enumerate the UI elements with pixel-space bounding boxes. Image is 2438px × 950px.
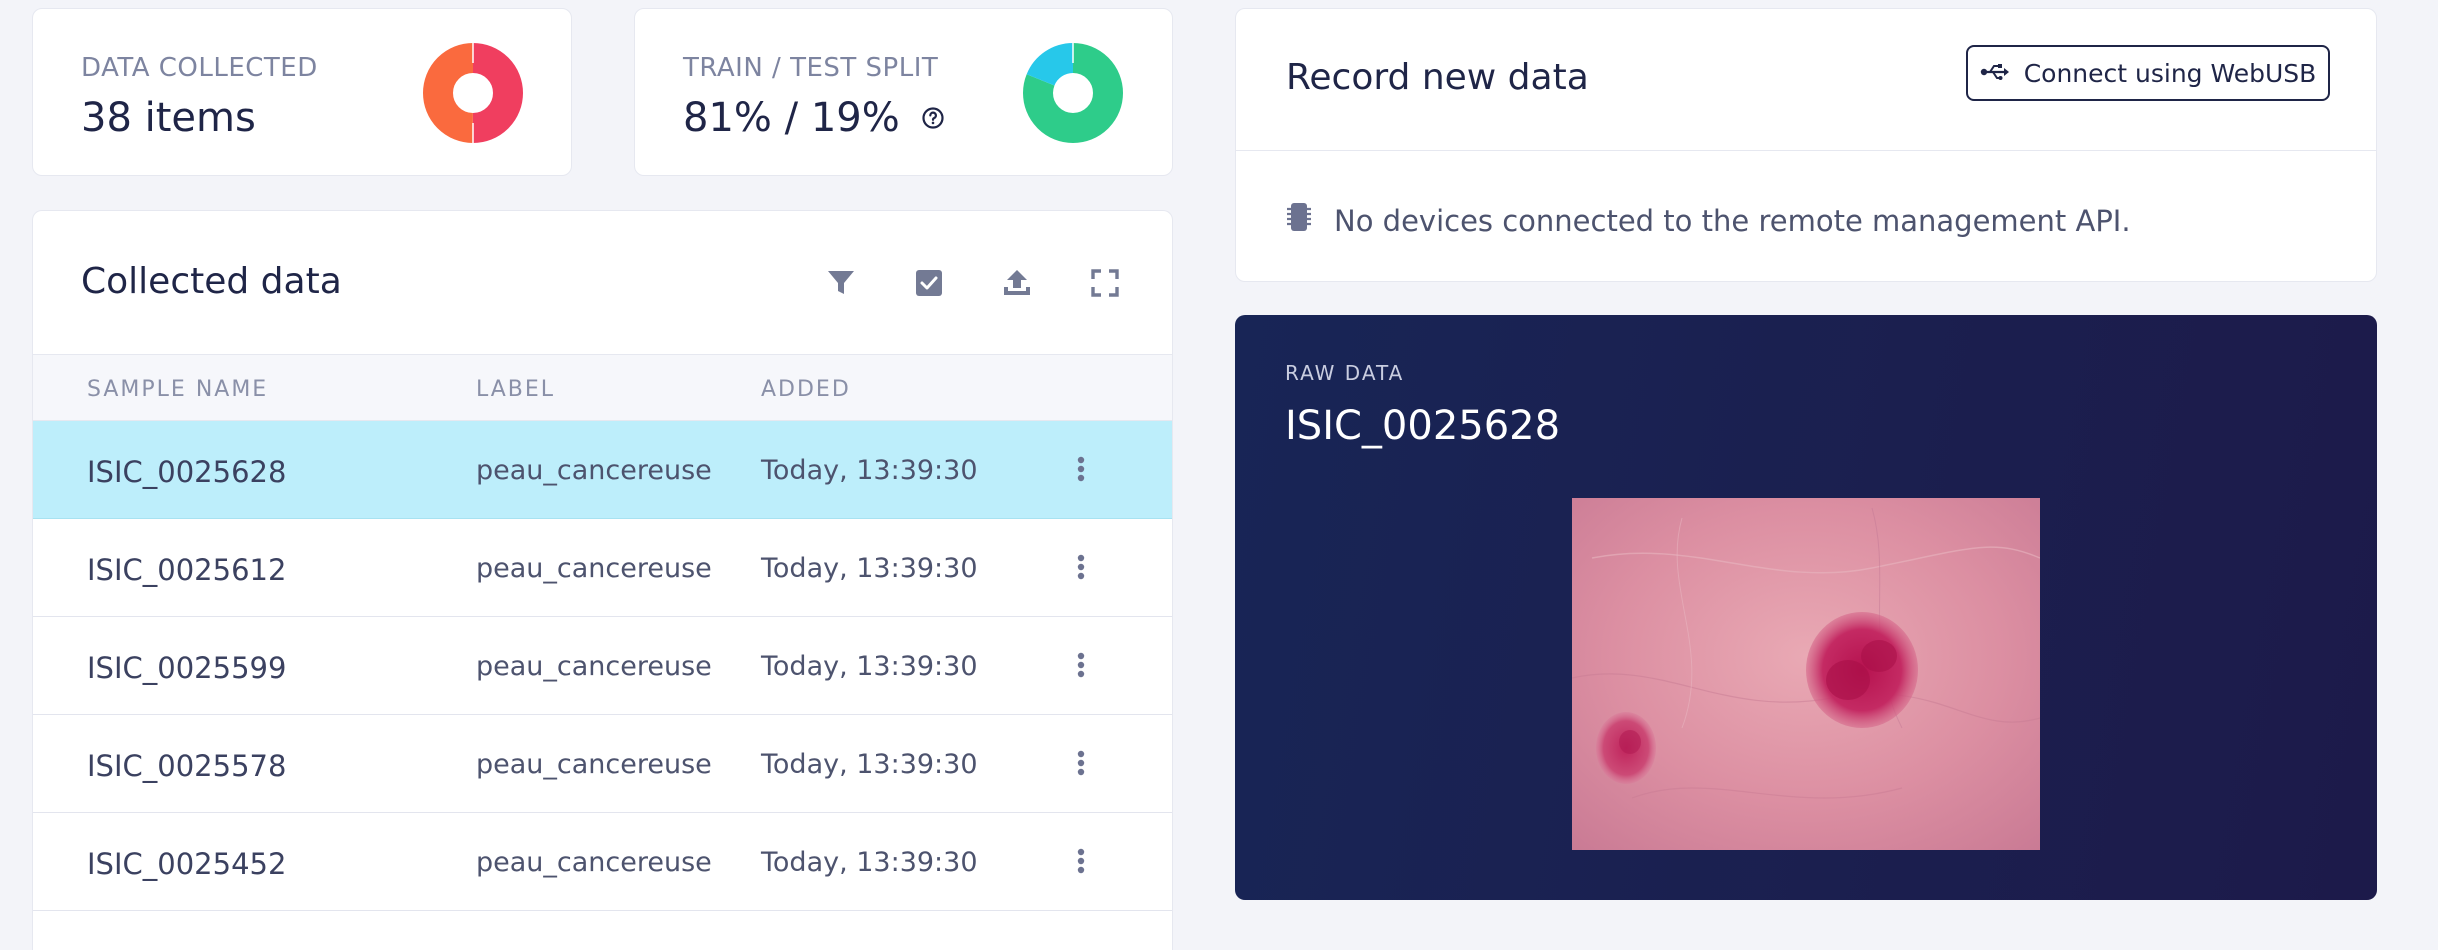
train-test-split-label: TRAIN / TEST SPLIT (683, 53, 939, 83)
data-collected-card: DATA COLLECTED 38 items (32, 8, 572, 176)
sample-name: ISIC_0025612 (87, 553, 287, 587)
raw-data-label: RAW DATA (1285, 361, 1405, 385)
sample-image (1572, 498, 2040, 850)
table-row[interactable]: ISIC_0025452 peau_cancereuse Today, 13:3… (33, 813, 1172, 911)
train-test-split-donut (1023, 43, 1123, 143)
table-row[interactable] (33, 911, 1172, 950)
checkbox-icon[interactable] (909, 263, 949, 303)
table-row[interactable]: ISIC_0025628 peau_cancereuse Today, 13:3… (33, 421, 1172, 519)
table-row[interactable]: ISIC_0025578 peau_cancereuse Today, 13:3… (33, 715, 1172, 813)
sample-added: Today, 13:39:30 (761, 553, 978, 584)
table-row[interactable]: ISIC_0025612 peau_cancereuse Today, 13:3… (33, 519, 1172, 617)
data-collected-donut (423, 43, 523, 143)
sample-label: peau_cancereuse (476, 553, 712, 584)
sample-label: peau_cancereuse (476, 847, 712, 878)
sample-name: ISIC_0025578 (87, 749, 287, 783)
usb-icon (1980, 59, 2010, 88)
sample-label: peau_cancereuse (476, 749, 712, 780)
sample-added: Today, 13:39:30 (761, 847, 978, 878)
raw-data-panel: RAW DATA ISIC_0025628 (1235, 315, 2377, 900)
more-vertical-icon[interactable] (1063, 449, 1099, 489)
table-header: SAMPLE NAME LABEL ADDED (33, 355, 1172, 421)
collected-data-title: Collected data (81, 261, 342, 302)
column-label[interactable]: LABEL (476, 377, 555, 402)
raw-data-sample-name: ISIC_0025628 (1285, 403, 1561, 449)
more-vertical-icon[interactable] (1063, 743, 1099, 783)
connect-webusb-label: Connect using WebUSB (2023, 58, 2317, 88)
more-vertical-icon[interactable] (1063, 645, 1099, 685)
chip-icon (1286, 201, 1312, 240)
upload-icon[interactable] (997, 263, 1037, 303)
sample-added: Today, 13:39:30 (761, 455, 978, 486)
data-collected-label: DATA COLLECTED (81, 53, 318, 83)
filter-icon[interactable] (821, 263, 861, 303)
data-collected-value: 38 items (81, 95, 256, 141)
sample-label: peau_cancereuse (476, 651, 712, 682)
collected-data-header: Collected data (33, 211, 1172, 355)
record-new-data-title: Record new data (1286, 57, 1589, 98)
train-test-split-value: 81% / 19% (683, 95, 900, 141)
column-added[interactable]: ADDED (761, 377, 851, 402)
train-test-split-card: TRAIN / TEST SPLIT 81% / 19% (634, 8, 1173, 176)
more-vertical-icon[interactable] (1063, 547, 1099, 587)
sample-name: ISIC_0025599 (87, 651, 287, 685)
question-circle-icon[interactable] (920, 105, 946, 131)
sample-name: ISIC_0025452 (87, 847, 287, 881)
sample-added: Today, 13:39:30 (761, 749, 978, 780)
sample-name: ISIC_0025628 (87, 455, 287, 489)
connect-webusb-button[interactable]: Connect using WebUSB (1966, 45, 2330, 101)
sample-added: Today, 13:39:30 (761, 651, 978, 682)
fullscreen-icon[interactable] (1085, 263, 1125, 303)
no-devices-message: No devices connected to the remote manag… (1334, 203, 2131, 238)
sample-label: peau_cancereuse (476, 455, 712, 486)
divider (1236, 150, 2376, 151)
more-vertical-icon[interactable] (1063, 841, 1099, 881)
column-sample-name[interactable]: SAMPLE NAME (87, 377, 268, 402)
table-row[interactable]: ISIC_0025599 peau_cancereuse Today, 13:3… (33, 617, 1172, 715)
collected-data-panel: Collected data SAMPLE NAME LABEL ADDED I… (32, 210, 1173, 950)
record-new-data-panel: Record new data Connect using WebUSB No … (1235, 8, 2377, 282)
